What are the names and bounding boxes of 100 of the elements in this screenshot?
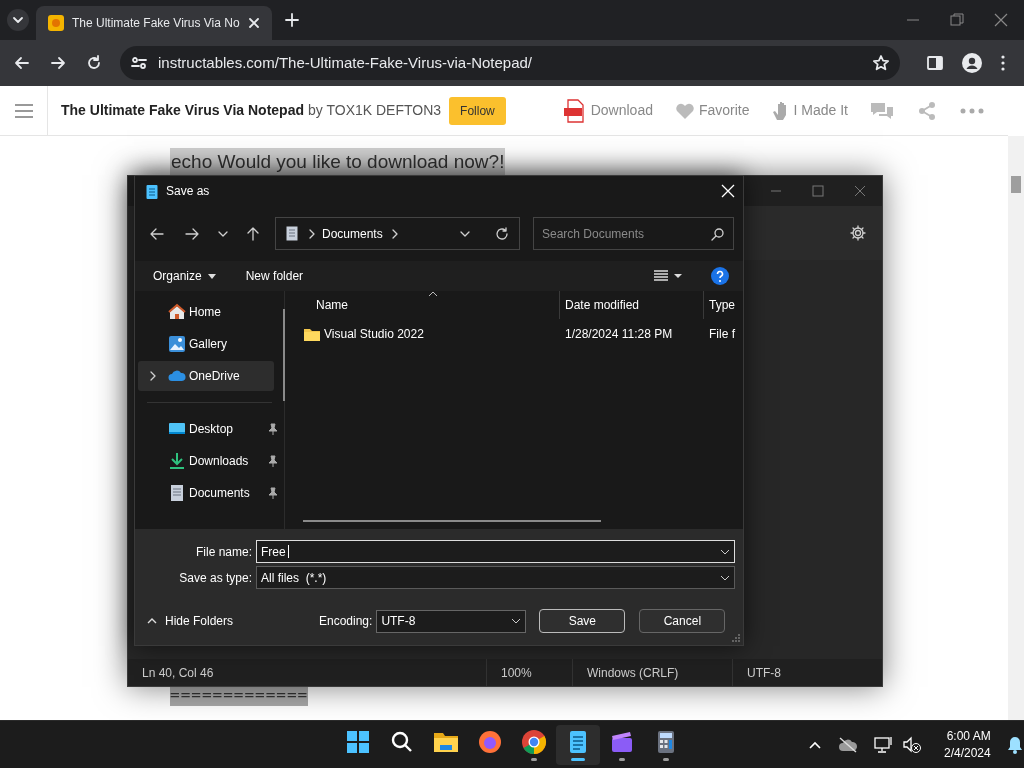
column-header[interactable]: Type <box>709 296 735 314</box>
heart-icon <box>674 101 695 120</box>
caret-icon <box>720 548 730 555</box>
refresh-icon[interactable] <box>495 226 509 241</box>
caret-icon <box>511 618 522 624</box>
nav-item[interactable]: Gallery <box>138 329 274 359</box>
bell-icon[interactable] <box>1006 735 1023 754</box>
home-icon <box>168 303 186 321</box>
field-label: File name: <box>194 543 253 561</box>
file-date: 1/28/2024 11:28 PM <box>565 327 673 341</box>
status-text: 100% <box>501 664 532 682</box>
file-type-select[interactable]: All files (*.*) <box>256 566 735 589</box>
encoding-select[interactable]: UTF-8 <box>376 609 527 633</box>
favorite-button[interactable]: Favorite <box>674 100 750 121</box>
volume-muted-icon[interactable] <box>902 735 922 754</box>
up-icon[interactable] <box>245 225 261 242</box>
profile-icon[interactable] <box>962 53 982 73</box>
file-name-field[interactable]: Free <box>256 540 735 563</box>
share-icon <box>918 100 936 121</box>
cloud-off-icon[interactable] <box>838 736 858 753</box>
star-icon[interactable] <box>872 54 890 72</box>
search-icon <box>711 226 725 241</box>
nav-item[interactable]: Downloads <box>138 446 274 476</box>
scrollbar[interactable] <box>1008 136 1024 720</box>
nav-item[interactable]: OneDrive <box>138 361 274 391</box>
chevron-up-icon[interactable] <box>808 739 822 750</box>
nav-label: OneDrive <box>189 368 240 385</box>
more-icon <box>960 107 984 114</box>
sort-icon <box>428 291 438 297</box>
scroll-thumb[interactable] <box>303 520 601 522</box>
documents-icon <box>286 226 298 241</box>
hide-folders-button[interactable]: Hide Folders <box>147 612 319 630</box>
view-icon[interactable] <box>653 269 683 283</box>
status-text: Ln 40, Col 46 <box>142 664 214 682</box>
caret-icon[interactable] <box>6 8 30 32</box>
cancel-button[interactable]: Cancel <box>639 609 726 633</box>
file-type: File f <box>709 327 735 341</box>
documents-icon <box>168 484 186 502</box>
downloads-icon <box>168 452 186 470</box>
menu-icon[interactable] <box>1000 54 1006 72</box>
field-label: Save as type: <box>178 569 253 587</box>
file-name-value: Free <box>261 543 286 561</box>
caret-icon <box>147 618 157 624</box>
follow-button[interactable]: Follow <box>449 96 506 125</box>
column-header[interactable]: Date modified <box>565 296 640 314</box>
resize-grip-icon <box>732 634 740 642</box>
search-field[interactable]: Search Documents <box>533 217 734 250</box>
file-type-value: All files (*.*) <box>261 569 327 587</box>
new-tab-icon[interactable] <box>285 13 299 27</box>
maximize-icon[interactable] <box>812 185 824 197</box>
scroll-thumb[interactable] <box>1011 176 1021 193</box>
side-panel-icon[interactable] <box>926 54 944 72</box>
author-byline[interactable]: by TOX1K DEFTON3 <box>308 100 442 121</box>
chevron-icon[interactable] <box>149 371 157 381</box>
pin-icon <box>268 487 278 499</box>
nav-item[interactable]: Desktop <box>138 414 274 444</box>
organize-button[interactable]: Organize <box>153 267 216 285</box>
address-box[interactable]: Documents <box>275 217 520 250</box>
help-icon[interactable] <box>711 267 729 285</box>
caret-icon <box>720 574 730 581</box>
gallery-icon <box>168 335 186 353</box>
network-icon[interactable] <box>874 735 894 754</box>
caret-icon <box>207 273 216 279</box>
nav-item[interactable]: Home <box>138 297 274 327</box>
settings-icon[interactable] <box>850 225 866 241</box>
restore-icon[interactable] <box>950 13 964 27</box>
comments-icon <box>870 100 894 121</box>
file-name: Visual Studio 2022 <box>324 326 424 343</box>
chrome-icon <box>520 728 548 756</box>
new-folder-button[interactable]: New folder <box>245 267 304 285</box>
site-info-icon <box>130 54 148 72</box>
pin-icon <box>268 423 278 435</box>
path-text[interactable]: Documents <box>322 224 383 243</box>
download-button[interactable]: Download <box>562 98 653 123</box>
save-button[interactable]: Save <box>539 609 626 633</box>
scroll-thumb[interactable] <box>283 309 285 401</box>
notepad-icon <box>146 183 158 199</box>
article-title: The Ultimate Fake Virus Via Notepad <box>61 101 304 120</box>
folder-icon <box>304 327 320 341</box>
column-header[interactable]: Name <box>316 296 348 314</box>
clock[interactable]: 6:00 AM 2/4/2024 <box>944 727 991 762</box>
nav-label: Documents <box>189 485 250 502</box>
address-bar[interactable]: instructables.com/The-Ultimate-Fake-Virus-via-Notepad/ <box>120 46 900 80</box>
made-button[interactable]: I Made It <box>771 100 848 121</box>
search-placeholder: Search Documents <box>542 225 646 243</box>
chevron-icon <box>308 228 316 239</box>
nav-item[interactable]: Documents <box>138 478 274 508</box>
firefox-icon <box>476 728 504 756</box>
dialog-title: Save as <box>166 183 210 200</box>
clock-time: 6:00 AM <box>946 727 991 745</box>
chevron-icon <box>390 228 399 239</box>
tab-favicon-icon <box>48 15 64 31</box>
status-text: Windows (CRLF) <box>587 664 679 682</box>
nav-label: Desktop <box>189 421 234 438</box>
browser-tab[interactable]: The Ultimate Fake Virus Via No <box>36 6 272 40</box>
taskbar-app-button[interactable] <box>556 724 600 765</box>
pin-icon <box>268 455 278 467</box>
file-row[interactable]: Visual Studio 2022 1/28/2024 11:28 PM File f <box>285 319 743 349</box>
url-text: instructables.com/The-Ultimate-Fake-Virus-via-Notepad/ <box>158 52 534 73</box>
encoding-value: UTF-8 <box>381 613 416 630</box>
